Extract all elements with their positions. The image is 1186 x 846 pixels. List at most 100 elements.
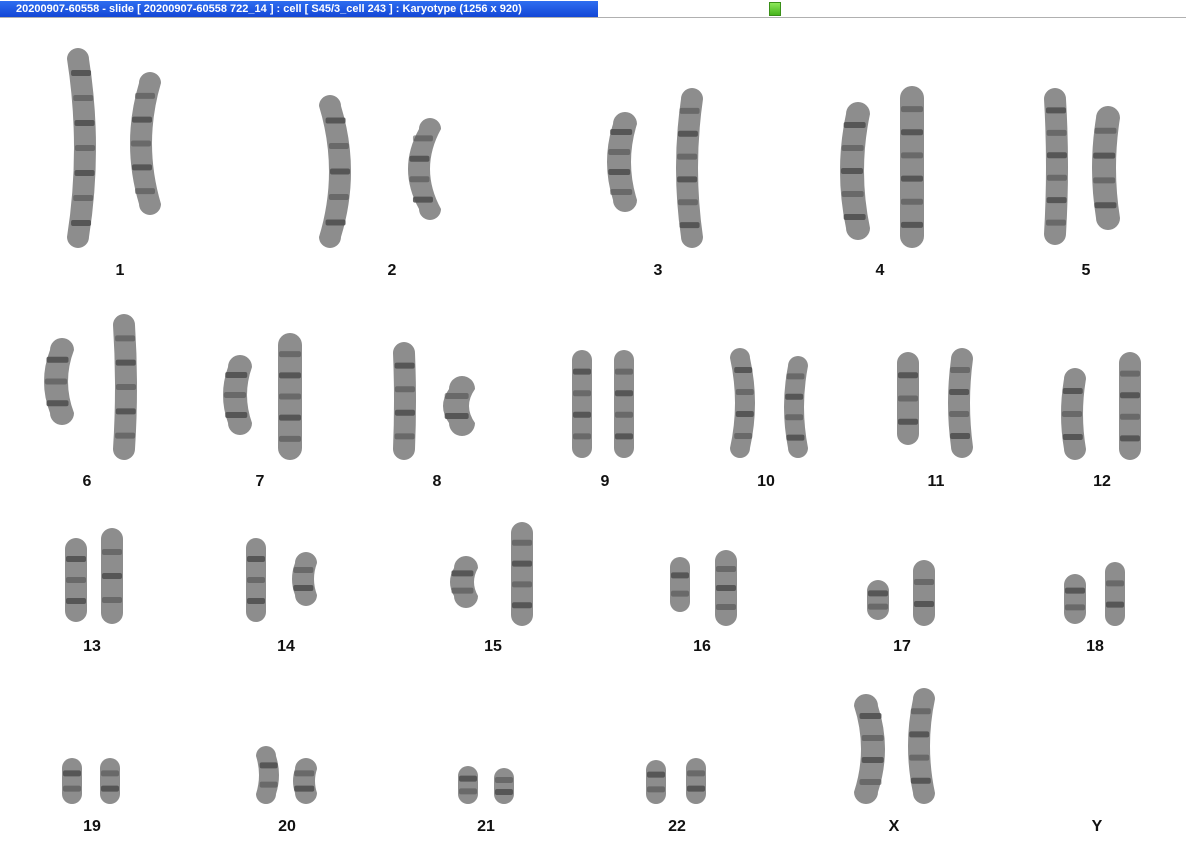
chromosome-x-1 <box>854 694 885 804</box>
chromosome-19-1 <box>62 758 82 804</box>
chromosome-band <box>63 785 81 792</box>
chromosome-x-2 <box>908 688 935 804</box>
chromosome-band <box>898 395 918 402</box>
chromosome-band <box>901 106 923 113</box>
chromosome-band <box>225 372 248 378</box>
chromosome-band <box>259 781 278 788</box>
chromosome-band <box>679 222 700 229</box>
chromosome-band <box>841 145 864 151</box>
chromosome-band <box>901 221 923 228</box>
chromosome-band <box>74 120 95 126</box>
chromosome-band <box>409 155 430 162</box>
chromosome-pair-6: 6 <box>44 314 137 490</box>
chromosome-band <box>868 603 888 610</box>
chromosome-band <box>293 567 314 573</box>
chromosome-band <box>861 757 884 763</box>
chromosome-20-1 <box>256 746 279 804</box>
chromosome-band <box>1120 392 1140 399</box>
chromosome-band <box>102 573 122 579</box>
chromosome-band <box>512 539 532 546</box>
chromosome-band <box>1046 129 1067 136</box>
chromosome-20-2 <box>293 758 317 804</box>
chromosome-band <box>950 433 971 439</box>
chromosome-8-1 <box>393 342 416 460</box>
chromosome-label-3: 3 <box>654 262 663 279</box>
chromosome-band <box>66 556 86 562</box>
chromosome-band <box>949 411 970 417</box>
chromosome-band <box>293 585 314 591</box>
chromosome-pair-7: 7 <box>223 333 302 490</box>
chromosome-band <box>1046 152 1067 159</box>
chromosome-band <box>1046 197 1067 204</box>
chromosome-band <box>868 590 888 597</box>
chromosome-band <box>914 579 934 585</box>
chromosome-band <box>841 168 863 174</box>
chromosome-band <box>671 572 689 579</box>
chromosome-label-14: 14 <box>277 638 295 655</box>
chromosome-band <box>394 433 415 440</box>
chromosome-pair-16: 16 <box>670 550 737 655</box>
chromosome-band <box>1094 127 1117 134</box>
chromosome-band <box>459 788 477 795</box>
chromosome-band <box>573 411 591 418</box>
chromosome-21-1 <box>458 766 478 804</box>
chromosome-21-2 <box>494 768 514 804</box>
chromosome-band <box>444 413 469 419</box>
chromosome-band <box>294 770 315 777</box>
chromosome-band <box>1062 388 1083 394</box>
chromosome-pair-12: 12 <box>1061 352 1141 490</box>
status-indicator <box>769 2 781 16</box>
chromosome-band <box>647 786 665 793</box>
chromosome-band <box>898 372 918 379</box>
chromosome-band <box>677 130 698 137</box>
chromosome-band <box>330 168 350 175</box>
chromosome-band <box>115 359 136 366</box>
chromosome-band <box>735 411 754 417</box>
chromosome-label-12: 12 <box>1093 473 1111 490</box>
chromosome-band <box>328 143 349 149</box>
chromosome-label-17: 17 <box>893 638 911 655</box>
chromosome-label-10: 10 <box>757 473 775 490</box>
chromosome-band <box>71 220 92 226</box>
chromosome-band <box>610 189 633 195</box>
chromosome-label-4: 4 <box>876 262 885 279</box>
chromosome-band <box>512 602 532 609</box>
chromosome-band <box>735 389 754 395</box>
chromosome-15-1 <box>450 556 478 608</box>
chromosome-14-2 <box>292 552 317 606</box>
chromosome-9-1 <box>572 350 592 458</box>
chromosome-band <box>512 560 532 567</box>
chromosome-19-2 <box>100 758 120 804</box>
chromosome-band <box>950 367 971 373</box>
chromosome-15-2 <box>511 522 533 626</box>
chromosome-band <box>116 384 136 390</box>
chromosome-band <box>786 373 805 380</box>
chromosome-band <box>495 789 513 795</box>
chromosome-16-1 <box>670 557 690 612</box>
chromosome-band <box>687 785 705 792</box>
chromosome-18-1 <box>1064 574 1086 624</box>
chromosome-band <box>786 434 805 441</box>
chromosome-label-19: 19 <box>83 818 101 835</box>
chromosome-band <box>1093 177 1116 184</box>
chromosome-band <box>901 129 923 136</box>
karyotype-canvas: 1 2 3 4 56 7 8 9 10 11 1213 14 15 16 17 1819 20 21 22 X Y <box>44 48 1141 835</box>
chromosome-band <box>914 601 934 607</box>
chromosome-band <box>74 170 95 176</box>
chromosome-band <box>459 775 477 782</box>
chromosome-band <box>901 175 923 182</box>
chromosome-band <box>73 195 94 201</box>
chromosome-band <box>46 356 69 363</box>
chromosome-label-5: 5 <box>1082 262 1091 279</box>
chromosome-pair-17: 17 <box>867 560 935 655</box>
chromosome-band <box>325 219 346 226</box>
chromosome-band <box>328 194 349 200</box>
chromosome-label-6: 6 <box>83 473 92 490</box>
chromosome-band <box>394 409 415 416</box>
chromosome-band <box>901 152 923 159</box>
chromosome-pair-1: 1 <box>67 48 161 279</box>
chromosome-band <box>573 433 591 440</box>
chromosome-band <box>325 117 346 124</box>
chromosome-band <box>1045 219 1066 226</box>
chromosome-band <box>444 393 469 399</box>
